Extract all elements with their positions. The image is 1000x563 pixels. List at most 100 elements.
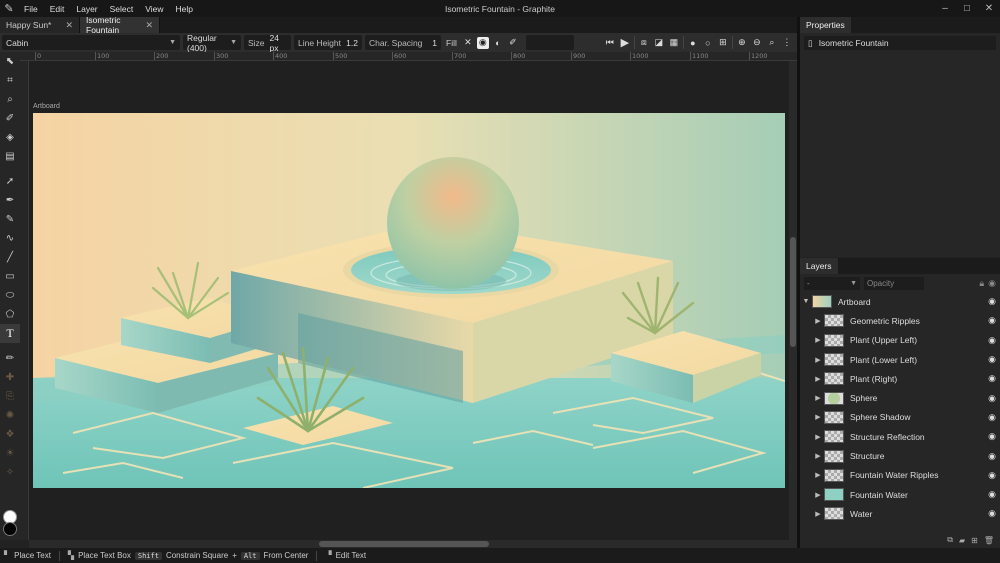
eye-icon[interactable]: ◉ [988,508,996,519]
eye-icon[interactable]: ◉ [988,431,996,442]
eye-icon[interactable]: ◉ [988,470,996,481]
font-weight-select[interactable]: Regular (400) ▼ [183,33,241,53]
layer-row[interactable]: ▶ Structure Reflection ◉ [800,427,1000,446]
ellipse-tool-icon[interactable]: ⬭ [0,286,20,305]
layer-row[interactable]: ▶ Plant (Upper Left) ◉ [800,331,1000,350]
graphite-logo-icon[interactable]: ✎ [0,0,18,17]
blend-mode-select[interactable]: - ▼ [804,276,860,290]
text-tool-icon[interactable]: T [0,324,20,343]
patch-tool-icon[interactable]: ✺ [0,406,20,425]
horizontal-scrollbar[interactable] [29,540,797,548]
overlays-icon[interactable]: ◪ [653,37,665,49]
close-tab-icon[interactable]: ✕ [65,20,73,31]
zoom-out-icon[interactable]: ⊖ [751,37,763,49]
eyedropper-tool-icon[interactable]: ✐ [0,109,20,128]
menu-view[interactable]: View [139,4,169,14]
layer-row[interactable]: ▶ Fountain Water ◉ [800,485,1000,504]
view-mode-normal-icon[interactable]: ● [687,37,699,49]
lock-icon[interactable]: 🔒︎ [979,278,984,289]
fill-color-field[interactable] [525,35,574,50]
more-options-icon[interactable]: ⋮ [781,37,793,49]
skip-back-icon[interactable]: ⏮ [604,37,616,49]
artboard-canvas[interactable] [33,113,785,488]
zoom-fit-icon[interactable]: ⌕ [766,37,778,49]
font-size-field[interactable]: Size 24 px [244,33,291,53]
tab-properties[interactable]: Properties [800,17,851,33]
play-icon[interactable]: ▶ [619,37,631,49]
heal-tool-icon[interactable]: ✚ [0,368,20,387]
layer-row[interactable]: ▶ Structure ◉ [800,446,1000,465]
delete-layer-icon[interactable]: 🗑︎ [984,536,994,545]
boolean-ops-icon[interactable]: ⧉ [947,535,953,545]
freehand-tool-icon[interactable]: ✎ [0,210,20,229]
relight-tool-icon[interactable]: ☀ [0,444,20,463]
layer-row[interactable]: ▶ Geometric Ripples ◉ [800,311,1000,330]
expand-chevron-icon[interactable]: ▶ [812,433,824,441]
close-tab-icon[interactable]: ✕ [145,20,153,31]
expand-chevron-icon[interactable]: ▶ [812,413,824,421]
fill-solid-icon[interactable]: ◉ [476,36,489,49]
expand-chevron-icon[interactable]: ▶ [812,452,824,460]
detail-tool-icon[interactable]: ❖ [0,425,20,444]
expand-chevron-icon[interactable]: ▶ [812,510,824,518]
crop-artboard-tool-icon[interactable]: ⌗ [0,71,20,90]
view-mode-outline-icon[interactable]: ○ [702,37,714,49]
collapse-chevron-icon[interactable]: ▼ [800,298,812,305]
layer-row[interactable]: ▶ Fountain Water Ripples ◉ [800,466,1000,485]
spline-tool-icon[interactable]: ∿ [0,229,20,248]
navigate-tool-icon[interactable]: ⌕ [0,90,20,109]
eye-icon[interactable]: ◉ [988,393,996,404]
imaginate-tool-icon[interactable]: ✧ [0,463,20,482]
brush-tool-icon[interactable]: ✏ [0,349,20,368]
polygon-tool-icon[interactable]: ⬠ [0,305,20,324]
menu-select[interactable]: Select [104,4,140,14]
char-spacing-field[interactable]: Char. Spacing 1 [365,35,441,50]
document-name-field[interactable]: ▯ Isometric Fountain [804,36,996,50]
expand-chevron-icon[interactable]: ▶ [812,356,824,364]
eyedropper-icon[interactable]: ✐ [507,37,519,49]
eye-icon[interactable]: ◉ [988,451,996,462]
pen-tool-icon[interactable]: ✒ [0,191,20,210]
canvas-viewport[interactable]: Artboard [29,61,797,540]
eye-icon[interactable]: ◉ [988,296,996,307]
layer-row[interactable]: ▶ Plant (Right) ◉ [800,369,1000,388]
secondary-color-swatch[interactable] [3,522,17,536]
line-height-field[interactable]: Line Height 1.2 [294,35,362,50]
font-family-select[interactable]: Cabin ▼ [2,35,180,50]
expand-chevron-icon[interactable]: ▶ [812,471,824,479]
menu-help[interactable]: Help [170,4,199,14]
eye-icon[interactable]: ◉ [988,335,996,346]
select-tool-icon[interactable]: ⬉ [0,52,20,71]
eye-icon[interactable]: ◉ [988,315,996,326]
vertical-scrollbar[interactable] [789,61,797,540]
eye-icon[interactable]: ◉ [988,354,996,365]
fill-tool-icon[interactable]: ◈ [0,128,20,147]
opacity-field[interactable]: Opacity [864,276,924,290]
zoom-in-icon[interactable]: ⊕ [736,37,748,49]
visibility-all-icon[interactable]: ◉ [988,278,996,289]
line-tool-icon[interactable]: ╱ [0,248,20,267]
expand-chevron-icon[interactable]: ▶ [812,491,824,499]
new-layer-icon[interactable]: ⊞ [971,536,978,545]
layer-row[interactable]: ▶ Water ◉ [800,504,1000,523]
eye-icon[interactable]: ◉ [988,412,996,423]
layer-row[interactable]: ▶ Sphere Shadow ◉ [800,408,1000,427]
menu-layer[interactable]: Layer [70,4,103,14]
scroll-thumb[interactable] [319,541,489,547]
layer-row[interactable]: ▶ Plant (Lower Left) ◉ [800,350,1000,369]
view-mode-pixel-icon[interactable]: ⊞ [717,37,729,49]
layer-row-artboard[interactable]: ▼ Artboard ◉ [800,292,1000,311]
clone-tool-icon[interactable]: ⎘ [0,387,20,406]
menu-file[interactable]: File [18,4,44,14]
rectangle-tool-icon[interactable]: ▭ [0,267,20,286]
expand-chevron-icon[interactable]: ▶ [812,394,824,402]
layer-row[interactable]: ▶ Sphere ◉ [800,388,1000,407]
menu-edit[interactable]: Edit [44,4,71,14]
maximize-icon[interactable]: □ [956,0,978,17]
close-window-icon[interactable]: ✕ [978,0,1000,17]
scroll-thumb[interactable] [790,237,796,347]
fill-gradient-icon[interactable]: ◐ [492,37,504,49]
expand-chevron-icon[interactable]: ▶ [812,336,824,344]
eye-icon[interactable]: ◉ [988,373,996,384]
tab-happy-sun[interactable]: Happy Sun* ✕ [0,17,80,33]
